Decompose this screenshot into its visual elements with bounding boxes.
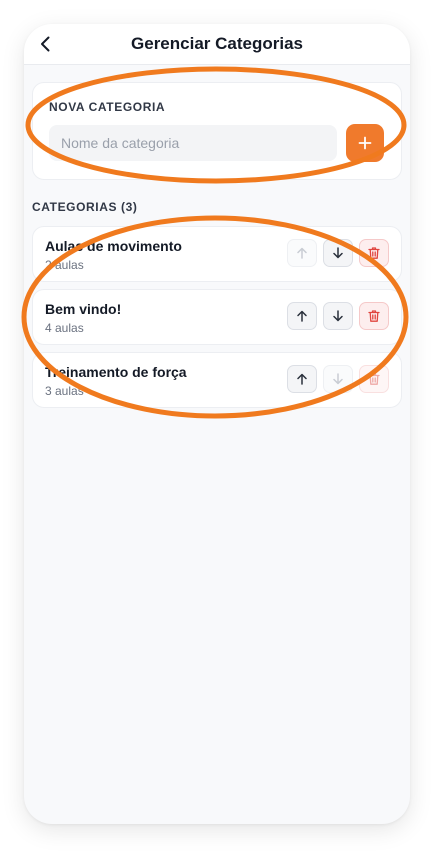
move-down-button[interactable] (323, 365, 353, 393)
move-down-button[interactable] (323, 239, 353, 267)
move-down-button[interactable] (323, 302, 353, 330)
new-category-card: NOVA CATEGORIA (32, 82, 402, 180)
category-name: Treinamento de força (45, 364, 187, 380)
delete-category-button[interactable] (359, 302, 389, 330)
new-category-label: NOVA CATEGORIA (49, 100, 166, 114)
categories-count-label: CATEGORIAS (3) (32, 200, 138, 214)
category-lesson-count: 3 aulas (45, 384, 84, 398)
arrow-up-icon (297, 247, 307, 259)
page-title: Gerenciar Categorias (131, 34, 303, 53)
plus-icon (358, 136, 372, 150)
move-up-button[interactable] (287, 302, 317, 330)
category-name: Bem vindo! (45, 301, 122, 317)
category-lesson-count: 2 aulas (45, 258, 84, 272)
app-header: Gerenciar Categorias (24, 24, 410, 65)
phone-screen: Gerenciar Categorias NOVA CATEGORIA CATE… (24, 24, 410, 824)
arrow-up-icon (297, 373, 307, 385)
category-lesson-count: 4 aulas (45, 321, 84, 335)
arrow-down-icon (333, 373, 343, 385)
category-row: Aulas de movimento 2 aulas (32, 226, 402, 282)
move-up-button[interactable] (287, 239, 317, 267)
arrow-down-icon (333, 247, 343, 259)
category-row: Bem vindo! 4 aulas (32, 289, 402, 345)
delete-category-button[interactable] (359, 239, 389, 267)
trash-icon (368, 310, 380, 322)
category-row: Treinamento de força 3 aulas (32, 352, 402, 408)
arrow-up-icon (297, 310, 307, 322)
add-category-button[interactable] (346, 124, 384, 162)
trash-icon (368, 247, 380, 259)
category-name: Aulas de movimento (45, 238, 182, 254)
arrow-down-icon (333, 310, 343, 322)
move-up-button[interactable] (287, 365, 317, 393)
delete-category-button[interactable] (359, 365, 389, 393)
trash-icon (368, 373, 380, 385)
category-name-input[interactable] (49, 125, 337, 161)
